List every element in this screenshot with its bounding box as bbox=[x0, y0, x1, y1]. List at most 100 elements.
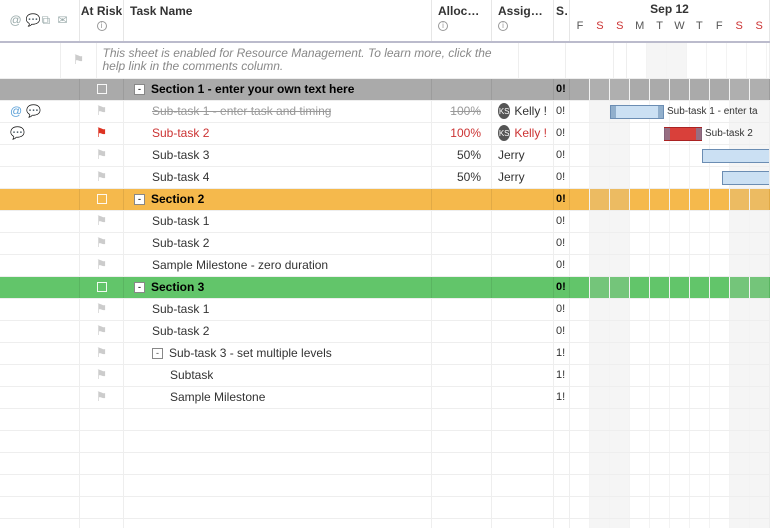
allocation-cell[interactable] bbox=[432, 343, 492, 364]
allocation-cell[interactable]: 50% bbox=[432, 167, 492, 188]
risk-cell[interactable]: ⚑ bbox=[80, 145, 124, 166]
truncated-cell[interactable]: 0! bbox=[554, 167, 570, 188]
assigned-cell[interactable] bbox=[492, 475, 554, 496]
gantt-bar[interactable] bbox=[722, 171, 770, 185]
gantt-cell[interactable]: Sub-task 1 - enter ta bbox=[570, 101, 770, 122]
risk-cell[interactable] bbox=[80, 409, 124, 430]
allocation-cell[interactable] bbox=[432, 431, 492, 452]
task-row[interactable]: ⚑Sub-task 350%Jerry0! bbox=[0, 145, 770, 167]
task-name-cell[interactable] bbox=[124, 519, 432, 528]
allocation-cell[interactable] bbox=[432, 387, 492, 408]
gantt-cell[interactable] bbox=[570, 475, 770, 496]
gantt-cell[interactable] bbox=[570, 145, 770, 166]
blank-row[interactable] bbox=[0, 431, 770, 453]
comment-icon[interactable]: 💬 bbox=[26, 104, 41, 118]
truncated-cell[interactable]: 1! bbox=[554, 365, 570, 386]
gantt-handle-right[interactable] bbox=[696, 128, 702, 140]
risk-cell[interactable] bbox=[80, 431, 124, 452]
risk-cell[interactable]: ⚑ bbox=[80, 343, 124, 364]
allocation-cell[interactable] bbox=[432, 211, 492, 232]
flag-icon[interactable]: ⚑ bbox=[96, 257, 108, 273]
gantt-handle-left[interactable] bbox=[610, 106, 616, 118]
truncated-cell[interactable] bbox=[554, 475, 570, 496]
flag-icon[interactable]: ⚑ bbox=[96, 169, 108, 185]
assigned-cell[interactable] bbox=[492, 519, 554, 528]
comment-icon[interactable]: 💬 bbox=[10, 126, 25, 140]
truncated-cell[interactable]: 1! bbox=[554, 343, 570, 364]
allocation-cell[interactable] bbox=[432, 365, 492, 386]
gantt-bar[interactable] bbox=[702, 149, 770, 163]
assigned-cell[interactable] bbox=[492, 365, 554, 386]
task-name-cell[interactable]: Sub-task 2 bbox=[124, 321, 432, 342]
gantt-cell[interactable] bbox=[570, 365, 770, 386]
truncated-cell[interactable]: 0! bbox=[554, 79, 570, 100]
gantt-cell[interactable] bbox=[570, 211, 770, 232]
risk-cell[interactable] bbox=[80, 277, 124, 298]
task-name-cell[interactable]: -Section 2 bbox=[124, 189, 432, 210]
assigned-cell[interactable] bbox=[492, 255, 554, 276]
risk-cell[interactable] bbox=[80, 519, 124, 528]
gantt-cell[interactable] bbox=[570, 431, 770, 452]
assigned-cell[interactable] bbox=[492, 497, 554, 518]
task-row[interactable]: ⚑Sub-task 20! bbox=[0, 233, 770, 255]
task-name-cell[interactable] bbox=[124, 431, 432, 452]
task-name-cell[interactable]: Sub-task 1 bbox=[124, 211, 432, 232]
task-name-cell[interactable]: Sub-task 1 - enter task and timing bbox=[124, 101, 432, 122]
truncated-cell[interactable] bbox=[554, 497, 570, 518]
proof-icon[interactable]: ⧉ bbox=[42, 14, 54, 26]
truncated-cell[interactable]: 0! bbox=[554, 189, 570, 210]
gantt-cell[interactable] bbox=[570, 299, 770, 320]
assigned-cell[interactable] bbox=[492, 431, 554, 452]
allocation-cell[interactable]: 100% bbox=[432, 123, 492, 144]
assigned-cell[interactable] bbox=[492, 189, 554, 210]
task-row[interactable]: ⚑Sub-task 10! bbox=[0, 211, 770, 233]
task-name-cell[interactable] bbox=[124, 497, 432, 518]
truncated-cell[interactable]: 0! bbox=[554, 123, 570, 144]
task-name-cell[interactable]: Sub-task 1 bbox=[124, 299, 432, 320]
task-name-cell[interactable]: -Section 3 bbox=[124, 277, 432, 298]
gantt-handle-left[interactable] bbox=[664, 128, 670, 140]
gantt-cell[interactable] bbox=[570, 233, 770, 254]
expand-toggle[interactable]: - bbox=[134, 194, 145, 205]
assigned-cell[interactable] bbox=[492, 211, 554, 232]
risk-cell[interactable] bbox=[80, 497, 124, 518]
truncated-cell[interactable]: 0! bbox=[554, 321, 570, 342]
allocation-cell[interactable] bbox=[432, 497, 492, 518]
truncated-cell[interactable]: 0! bbox=[554, 145, 570, 166]
flag-icon[interactable]: ⚑ bbox=[96, 125, 108, 141]
section-checkbox-icon[interactable] bbox=[97, 84, 107, 94]
allocation-cell[interactable] bbox=[432, 277, 492, 298]
allocation-cell[interactable] bbox=[432, 79, 492, 100]
assigned-cell[interactable] bbox=[492, 299, 554, 320]
gantt-cell[interactable] bbox=[570, 321, 770, 342]
task-row[interactable]: ⚑-Sub-task 3 - set multiple levels1! bbox=[0, 343, 770, 365]
column-assigned-to[interactable]: Assign... To i bbox=[492, 0, 554, 41]
info-icon[interactable]: i bbox=[438, 21, 448, 31]
section-checkbox-icon[interactable] bbox=[97, 282, 107, 292]
risk-cell[interactable]: ⚑ bbox=[80, 321, 124, 342]
expand-toggle[interactable]: - bbox=[134, 84, 145, 95]
flag-icon[interactable]: ⚑ bbox=[96, 103, 108, 119]
allocation-cell[interactable] bbox=[432, 255, 492, 276]
task-name-cell[interactable]: Sample Milestone bbox=[124, 387, 432, 408]
allocation-cell[interactable] bbox=[432, 453, 492, 474]
flag-icon[interactable]: ⚑ bbox=[73, 52, 85, 68]
risk-cell[interactable]: ⚑ bbox=[80, 387, 124, 408]
task-name-cell[interactable] bbox=[124, 409, 432, 430]
allocation-cell[interactable] bbox=[432, 475, 492, 496]
allocation-cell[interactable] bbox=[432, 233, 492, 254]
gantt-cell[interactable] bbox=[570, 409, 770, 430]
gantt-cell[interactable] bbox=[570, 497, 770, 518]
column-truncated[interactable]: S D bbox=[554, 0, 570, 41]
risk-cell[interactable]: ⚑ bbox=[80, 233, 124, 254]
assigned-cell[interactable]: Jerry bbox=[492, 167, 554, 188]
risk-cell[interactable]: ⚑ bbox=[80, 299, 124, 320]
gantt-bar[interactable]: Sub-task 2 bbox=[664, 127, 702, 141]
info-icon[interactable]: i bbox=[97, 21, 107, 31]
assigned-cell[interactable]: KSKelly ! bbox=[492, 101, 554, 122]
assigned-cell[interactable] bbox=[492, 453, 554, 474]
truncated-cell[interactable]: 0! bbox=[554, 299, 570, 320]
task-row[interactable]: ⚑Subtask1! bbox=[0, 365, 770, 387]
expand-toggle[interactable]: - bbox=[134, 282, 145, 293]
gantt-handle-right[interactable] bbox=[658, 106, 664, 118]
